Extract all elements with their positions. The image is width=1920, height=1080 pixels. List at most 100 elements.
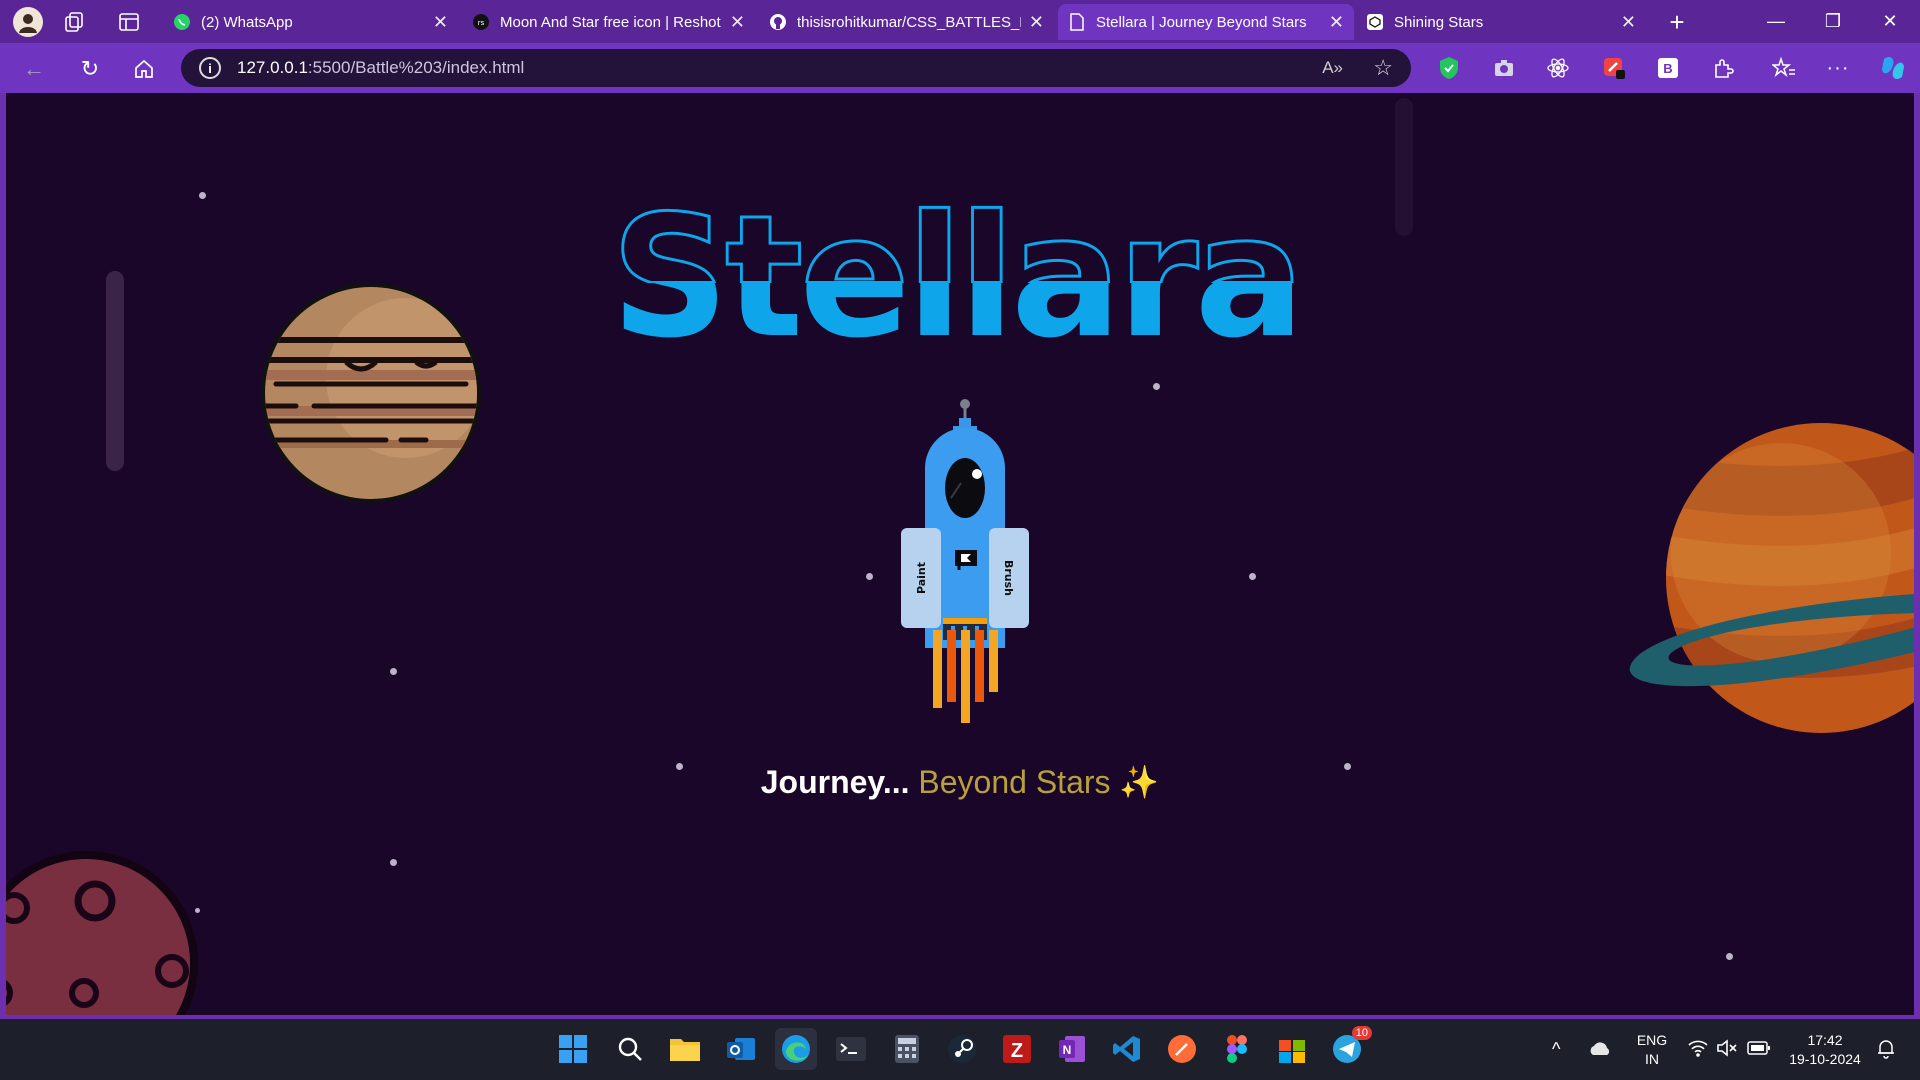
clock-time: 17:42 — [1807, 1032, 1843, 1048]
rocket-left-label: Paint — [915, 562, 928, 594]
vscode-icon[interactable] — [1106, 1028, 1148, 1070]
striped-planet — [261, 283, 481, 503]
clock[interactable]: 17:42 19-10-2024 — [1782, 1031, 1868, 1069]
tab-github[interactable]: thisisrohitkumar/CSS_BATTLES_BA ✕ — [759, 4, 1054, 40]
url-host: 127.0.0.1 — [237, 58, 308, 77]
workspaces-icon[interactable] — [62, 10, 88, 36]
close-tab-icon[interactable]: ✕ — [1329, 12, 1344, 33]
url-path: :5500/Battle%203/index.html — [307, 58, 525, 77]
wifi-icon[interactable] — [1687, 1039, 1709, 1062]
shield-icon[interactable] — [1433, 52, 1465, 84]
star-dot — [390, 859, 397, 866]
figma-icon[interactable] — [1216, 1028, 1258, 1070]
svg-text:rs: rs — [478, 19, 485, 27]
notification-badge: 10 — [1351, 1026, 1372, 1040]
camera-icon[interactable] — [1488, 52, 1520, 84]
close-tab-icon[interactable]: ✕ — [1621, 12, 1636, 33]
filezilla-icon[interactable]: Z — [996, 1028, 1038, 1070]
show-hidden-icons[interactable]: ^ — [1552, 1039, 1560, 1060]
tagline-white: Journey... — [760, 764, 910, 800]
profile-avatar[interactable] — [13, 7, 43, 37]
star-dot — [866, 573, 873, 580]
rocket-right-label: Brush — [1002, 560, 1015, 596]
whatsapp-icon — [173, 13, 191, 31]
terminal-icon[interactable] — [830, 1028, 872, 1070]
comet-streak — [1395, 98, 1413, 236]
minimize-button[interactable]: — — [1748, 0, 1804, 43]
tab-label: Shining Stars — [1394, 13, 1484, 31]
search-icon[interactable] — [609, 1028, 651, 1070]
page-viewport: Stellara Stellara Paint Brush Journey...… — [6, 93, 1914, 1015]
star-dot — [1153, 383, 1160, 390]
lang-top: ENG — [1636, 1032, 1668, 1048]
microsoft-store-icon[interactable] — [1271, 1028, 1313, 1070]
lang-bottom: IN — [1645, 1051, 1659, 1067]
close-tab-icon[interactable]: ✕ — [433, 12, 448, 33]
battery-icon[interactable] — [1747, 1041, 1771, 1060]
read-aloud-icon[interactable]: A» — [1322, 58, 1343, 78]
tagline: Journey... Beyond Stars ✨ — [6, 763, 1914, 801]
star-dot — [1249, 573, 1256, 580]
svg-text:Z: Z — [1011, 1040, 1023, 1062]
refresh-icon[interactable]: ↻ — [72, 51, 108, 87]
page-title: Stellara Stellara — [611, 203, 1311, 361]
react-icon[interactable] — [1542, 52, 1574, 84]
tab-whatsapp[interactable]: (2) WhatsApp ✕ — [163, 4, 458, 40]
sparkles-icon: ✨ — [1119, 764, 1160, 800]
tab-label: thisisrohitkumar/CSS_BATTLES_BA — [797, 13, 1021, 31]
tab-shining-stars[interactable]: Shining Stars ✕ — [1356, 4, 1646, 40]
star-dot — [199, 192, 206, 199]
star-dot — [195, 908, 200, 913]
clock-date: 19-10-2024 — [1789, 1051, 1861, 1067]
onedrive-icon[interactable] — [1588, 1041, 1612, 1062]
back-icon[interactable]: ← — [16, 51, 52, 87]
tab-label: (2) WhatsApp — [201, 13, 293, 31]
extension-b-icon[interactable]: B — [1652, 52, 1684, 84]
outlook-icon[interactable] — [720, 1028, 762, 1070]
ringed-planet — [1629, 423, 1914, 733]
tab-actions-icon[interactable] — [117, 10, 143, 36]
language-indicator[interactable]: ENG IN — [1630, 1031, 1674, 1069]
github-icon — [769, 13, 787, 31]
close-tab-icon[interactable]: ✕ — [730, 12, 745, 33]
extensions-puzzle-icon[interactable] — [1707, 52, 1739, 84]
reshot-icon: rs — [472, 13, 490, 31]
file-explorer-icon[interactable] — [664, 1028, 706, 1070]
close-window-button[interactable]: ✕ — [1862, 0, 1918, 43]
address-bar[interactable]: i 127.0.0.1:5500/Battle%203/index.html A… — [181, 49, 1411, 87]
taskbar: Z N 10 ^ ENG IN 17:42 19-10-2024 — [0, 1019, 1920, 1080]
tab-label: Stellara | Journey Beyond Stars — [1096, 13, 1307, 31]
edge-browser-icon[interactable] — [775, 1028, 817, 1070]
steam-icon[interactable] — [941, 1028, 983, 1070]
star-dot — [390, 668, 397, 675]
favorite-star-icon[interactable]: ☆ — [1373, 55, 1393, 81]
restore-button[interactable]: ❐ — [1805, 0, 1861, 43]
tagline-gold: Beyond Stars — [918, 764, 1111, 800]
notifications-icon[interactable] — [1876, 1039, 1896, 1064]
more-options-icon[interactable]: ··· — [1822, 52, 1854, 84]
postman-icon[interactable] — [1161, 1028, 1203, 1070]
onenote-icon[interactable]: N — [1051, 1028, 1093, 1070]
favorites-icon[interactable] — [1768, 52, 1800, 84]
copilot-icon[interactable] — [1877, 52, 1909, 84]
tab-strip: (2) WhatsApp ✕ rs Moon And Star free ico… — [0, 0, 1920, 43]
speaker-muted-icon[interactable] — [1716, 1039, 1738, 1062]
home-icon[interactable] — [126, 51, 162, 87]
close-tab-icon[interactable]: ✕ — [1029, 12, 1044, 33]
cratered-planet — [6, 851, 198, 1015]
tab-reshot[interactable]: rs Moon And Star free icon | Reshot ✕ — [462, 4, 755, 40]
calculator-icon[interactable] — [886, 1028, 928, 1070]
rocket-illustration: Paint Brush — [901, 399, 1029, 723]
codepen-icon — [1366, 13, 1384, 31]
svg-text:N: N — [1063, 1043, 1072, 1057]
star-dot — [1726, 953, 1733, 960]
tab-stellara[interactable]: Stellara | Journey Beyond Stars ✕ — [1058, 4, 1354, 40]
page-icon — [1068, 13, 1086, 31]
extension-red-icon[interactable] — [1598, 52, 1630, 84]
new-tab-button[interactable]: + — [1660, 6, 1694, 38]
comet-streak — [106, 271, 124, 471]
telegram-icon[interactable]: 10 — [1326, 1026, 1372, 1070]
tab-label: Moon And Star free icon | Reshot — [500, 13, 721, 31]
site-info-icon[interactable]: i — [199, 57, 221, 79]
windows-start-icon[interactable] — [552, 1028, 594, 1070]
